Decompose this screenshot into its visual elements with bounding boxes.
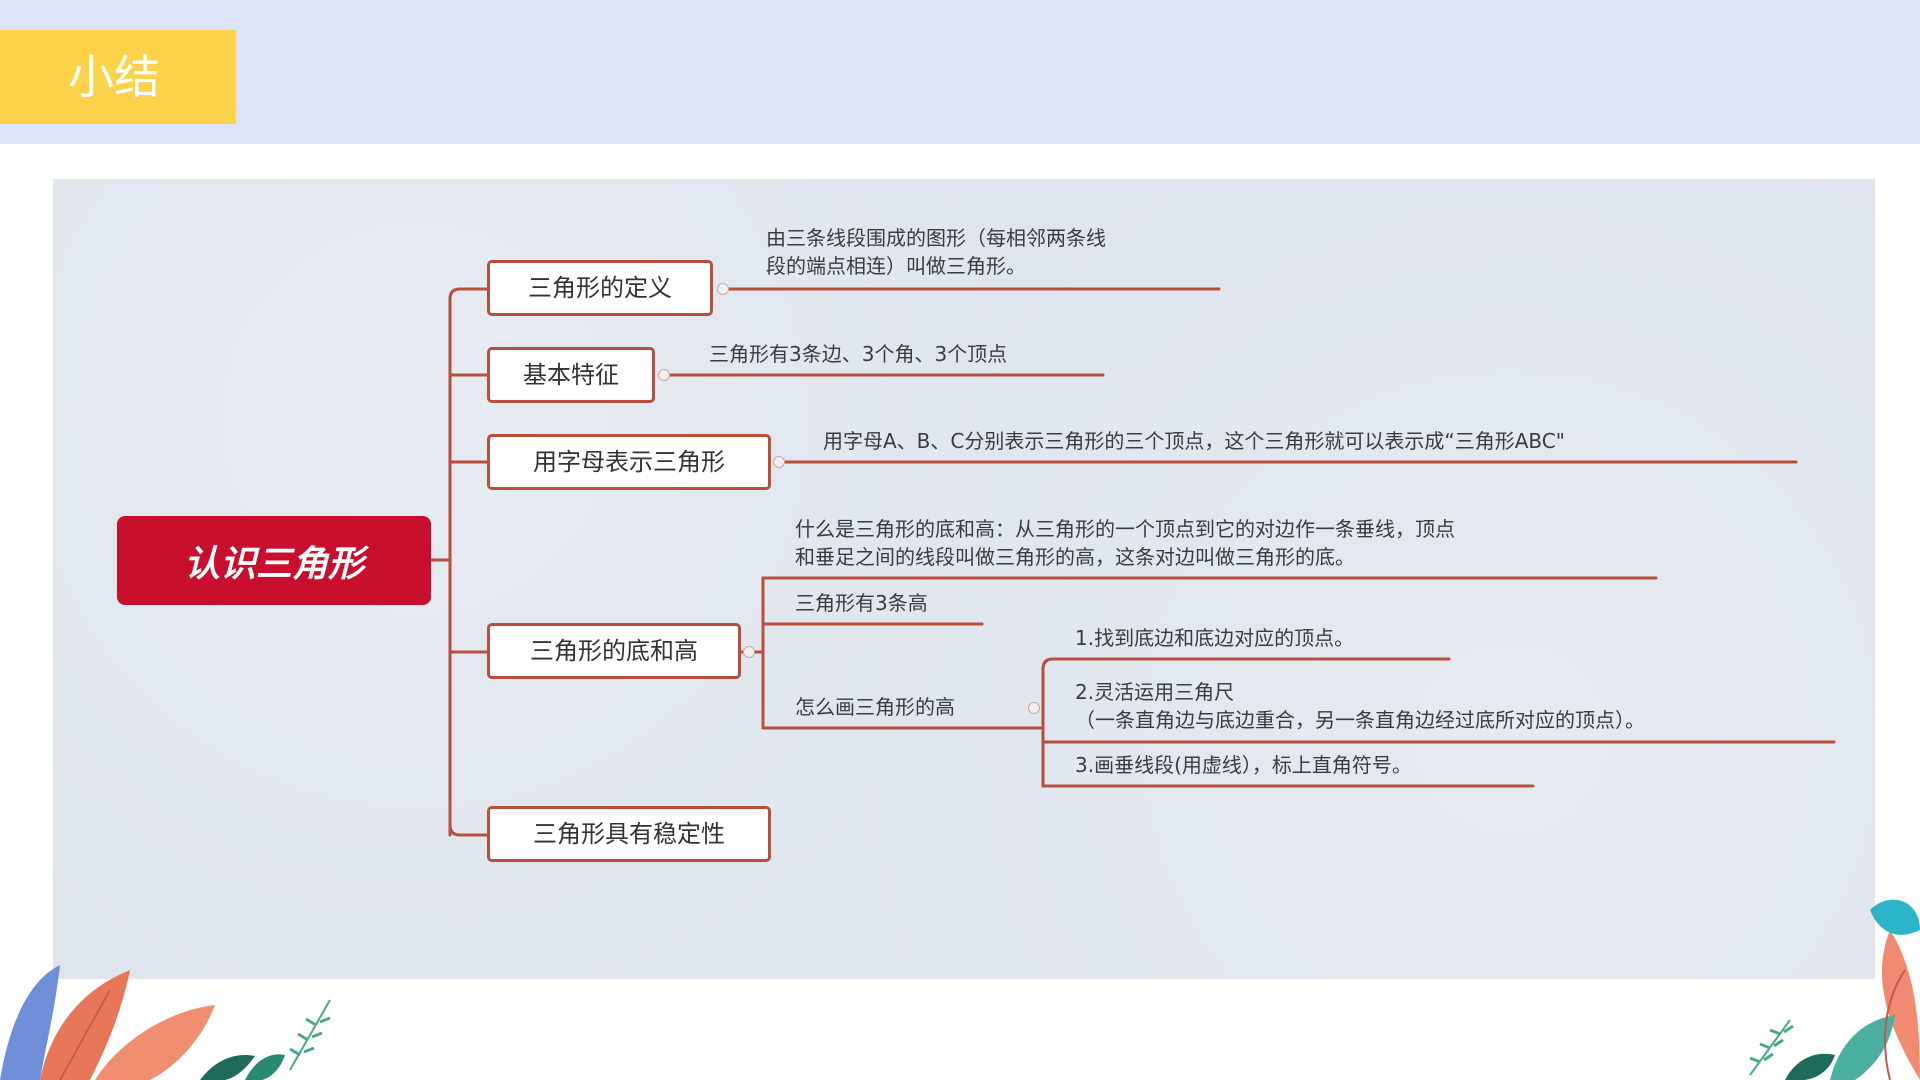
collapse-knob-base-height[interactable] (743, 646, 755, 658)
leaf-step1: 1.找到底边和底边对应的顶点。 (1075, 626, 1355, 650)
leaf-bh-what-line2: 和垂足之间的线段叫做三角形的高，这条对边叫做三角形的底。 (795, 545, 1355, 569)
leaf-definition-line1: 由三条线段围成的图形（每相邻两条线 (766, 226, 1106, 250)
header-band (0, 0, 1920, 144)
leaf-bh-what-line1: 什么是三角形的底和高：从三角形的一个顶点到它的对边作一条垂线，顶点 (795, 517, 1455, 541)
leaf-decoration-right (1749, 899, 1920, 1080)
node-definition: 三角形的定义 (487, 260, 713, 316)
leaf-bh-count: 三角形有3条高 (795, 591, 928, 615)
leaf-features: 三角形有3条边、3个角、3个顶点 (709, 342, 1008, 366)
node-base-height: 三角形的底和高 (487, 623, 741, 679)
node-features: 基本特征 (487, 347, 655, 403)
node-letters: 用字母表示三角形 (487, 434, 771, 490)
leaf-step2-line2: （一条直角边与底边重合，另一条直角边经过底所对应的顶点）。 (1075, 708, 1645, 732)
leaf-bh-howto: 怎么画三角形的高 (795, 695, 955, 719)
connector-stability (448, 823, 492, 837)
leaf-decoration-left (0, 965, 331, 1080)
mindmap-root: 认识三角形 (117, 516, 431, 605)
collapse-knob-letters[interactable] (773, 456, 785, 468)
node-stability: 三角形具有稳定性 (487, 806, 771, 862)
mindmap-panel: 认识三角形 三角形的定义 由三条线段围成的图形（每相邻两条线 段的端点相连）叫做… (53, 179, 1875, 979)
leaf-definition-line2: 段的端点相连）叫做三角形。 (766, 254, 1026, 278)
leaf-step3: 3.画垂线段(用虚线），标上直角符号。 (1075, 753, 1412, 777)
collapse-knob-features[interactable] (658, 369, 670, 381)
leaf-step2-line1: 2.灵活运用三角尺 (1075, 680, 1235, 704)
slide-title: 小结 (0, 30, 236, 124)
collapse-knob-definition[interactable] (717, 283, 729, 295)
leaf-letters: 用字母A、B、C分别表示三角形的三个顶点，这个三角形就可以表示成“三角形ABC" (823, 429, 1565, 453)
connector-definition (448, 287, 492, 301)
collapse-knob-howto[interactable] (1028, 702, 1040, 714)
